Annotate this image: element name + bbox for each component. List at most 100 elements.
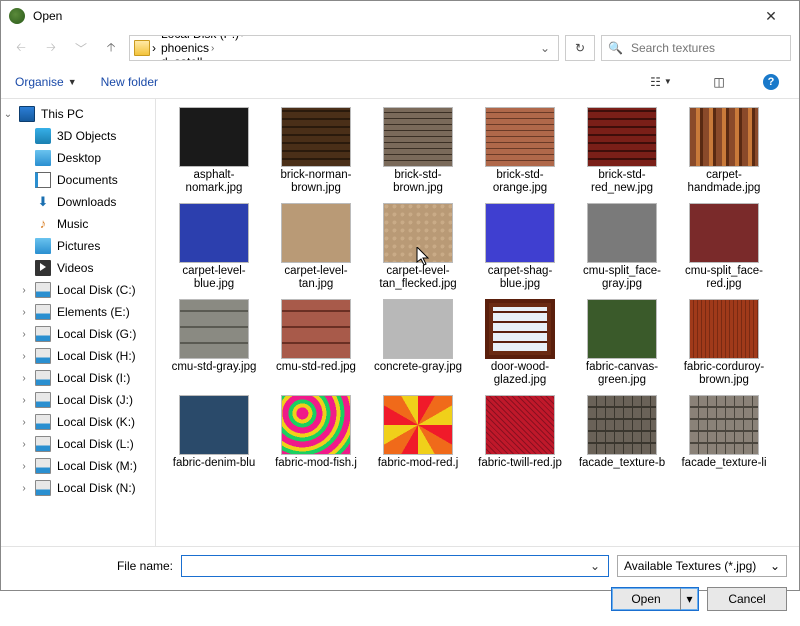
file-name: fabric-canvas-green.jpg [574,361,670,389]
view-icon: ☷ [650,75,661,89]
file-item[interactable]: cmu-std-red.jpg [268,299,364,389]
file-item[interactable]: door-wood-glazed.jpg [472,299,568,389]
nav-item[interactable]: ›Local Disk (N:) [1,477,155,499]
nav-item[interactable]: ›Elements (E:) [1,301,155,323]
chevron-right-icon[interactable]: › [204,57,207,62]
address-bar[interactable]: › This PC›Local Disk (P:)›phoenics›d_sat… [129,35,559,61]
file-item[interactable]: brick-norman-brown.jpg [268,107,364,197]
nav-item[interactable]: ›Local Disk (C:) [1,279,155,301]
file-item[interactable]: carpet-level-tan.jpg [268,203,364,293]
breadcrumb-segment[interactable]: phoenics› [158,41,247,55]
file-item[interactable]: fabric-corduroy-brown.jpg [676,299,772,389]
file-name: brick-std-orange.jpg [472,169,568,197]
file-item[interactable]: cmu-split_face-gray.jpg [574,203,670,293]
nav-item[interactable]: ›Local Disk (K:) [1,411,155,433]
recent-locations-button[interactable]: ﹀ [69,36,93,60]
chevron-down-icon: ▼ [68,77,77,87]
file-item[interactable]: carpet-level-blue.jpg [166,203,262,293]
file-item[interactable]: fabric-twill-red.jp [472,395,568,485]
file-item[interactable]: fabric-denim-blu [166,395,262,485]
organise-menu[interactable]: Organise ▼ [15,75,77,89]
refresh-button[interactable]: ↻ [565,35,595,61]
expand-icon[interactable]: › [19,461,29,472]
back-button[interactable]: 🡠 [9,36,33,60]
nav-row: 🡠 🡢 ﹀ 🡡 › This PC›Local Disk (P:)›phoeni… [1,31,799,65]
nav-item[interactable]: ›Local Disk (G:) [1,323,155,345]
nav-item-label: 3D Objects [57,129,116,143]
nav-item[interactable]: ›♪Music [1,213,155,235]
file-pane[interactable]: asphalt-nomark.jpgbrick-norman-brown.jpg… [156,99,799,546]
file-thumbnail [383,107,453,167]
expand-icon[interactable]: › [19,439,29,450]
file-item[interactable]: carpet-shag-blue.jpg [472,203,568,293]
filename-dropdown-button[interactable]: ⌄ [586,559,604,573]
new-folder-button[interactable]: New folder [101,75,158,89]
disk-icon [35,348,51,364]
nav-item[interactable]: ›Local Disk (J:) [1,389,155,411]
file-item[interactable]: fabric-mod-red.j [370,395,466,485]
disk-icon [35,370,51,386]
open-split-dropdown[interactable]: ▾ [680,588,698,610]
breadcrumb-segment[interactable]: d_satell› [158,55,247,61]
file-item[interactable]: asphalt-nomark.jpg [166,107,262,197]
expand-icon[interactable]: › [19,373,29,384]
nav-item[interactable]: ›Desktop [1,147,155,169]
file-item[interactable]: concrete-gray.jpg [370,299,466,389]
file-item[interactable]: fabric-mod-fish.j [268,395,364,485]
file-item[interactable]: facade_texture-li [676,395,772,485]
up-button[interactable]: 🡡 [99,36,123,60]
nav-item[interactable]: ›⬇Downloads [1,191,155,213]
nav-item[interactable]: ›Local Disk (I:) [1,367,155,389]
file-item[interactable]: facade_texture-b [574,395,670,485]
filename-combobox[interactable]: ⌄ [181,555,609,577]
expand-icon[interactable]: › [19,329,29,340]
forward-button[interactable]: 🡢 [39,36,63,60]
file-item[interactable]: brick-std-red_new.jpg [574,107,670,197]
address-dropdown-button[interactable]: ⌄ [536,41,554,55]
nav-pane[interactable]: ⌄ This PC ›3D Objects›Desktop›Documents›… [1,99,156,546]
chevron-right-icon[interactable]: › [241,35,244,40]
chevron-right-icon[interactable]: › [211,43,214,54]
nav-item[interactable]: ›3D Objects [1,125,155,147]
file-name: carpet-level-tan_flecked.jpg [370,265,466,293]
expand-icon[interactable]: › [19,351,29,362]
file-thumbnail [689,395,759,455]
nav-item[interactable]: ›Pictures [1,235,155,257]
file-thumbnail [383,395,453,455]
nav-item[interactable]: ›Documents [1,169,155,191]
nav-item[interactable]: ›Local Disk (H:) [1,345,155,367]
expand-icon[interactable]: › [19,285,29,296]
nav-item[interactable]: ›Videos [1,257,155,279]
refresh-icon: ↻ [575,41,585,55]
file-type-filter[interactable]: Available Textures (*.jpg) ⌄ [617,555,787,577]
file-name: concrete-gray.jpg [370,361,466,389]
nav-item[interactable]: ›Local Disk (L:) [1,433,155,455]
file-item[interactable]: brick-std-orange.jpg [472,107,568,197]
help-button[interactable]: ? [757,71,785,93]
file-item[interactable]: cmu-std-gray.jpg [166,299,262,389]
help-icon: ? [763,74,779,90]
organise-label: Organise [15,75,64,89]
file-item[interactable]: fabric-canvas-green.jpg [574,299,670,389]
search-box[interactable]: 🔍 [601,35,791,61]
expand-icon[interactable]: › [19,417,29,428]
nav-item-this-pc[interactable]: ⌄ This PC [1,103,155,125]
file-item[interactable]: cmu-split_face-red.jpg [676,203,772,293]
nav-item[interactable]: ›Local Disk (M:) [1,455,155,477]
close-button[interactable]: ✕ [751,1,791,31]
file-item[interactable]: brick-std-brown.jpg [370,107,466,197]
expand-icon[interactable]: › [19,307,29,318]
file-item[interactable]: carpet-level-tan_flecked.jpg [370,203,466,293]
collapse-icon[interactable]: ⌄ [3,109,13,120]
file-item[interactable]: carpet-handmade.jpg [676,107,772,197]
expand-icon[interactable]: › [19,483,29,494]
preview-pane-button[interactable]: ◫ [705,71,733,93]
disk-icon [35,282,51,298]
expand-icon[interactable]: › [19,395,29,406]
chevron-right-icon[interactable]: › [152,41,156,55]
cancel-button-label: Cancel [728,592,765,606]
file-thumbnail [689,299,759,359]
filename-input[interactable] [186,558,586,574]
view-options-button[interactable]: ☷ ▼ [641,71,681,93]
search-input[interactable] [629,40,788,56]
